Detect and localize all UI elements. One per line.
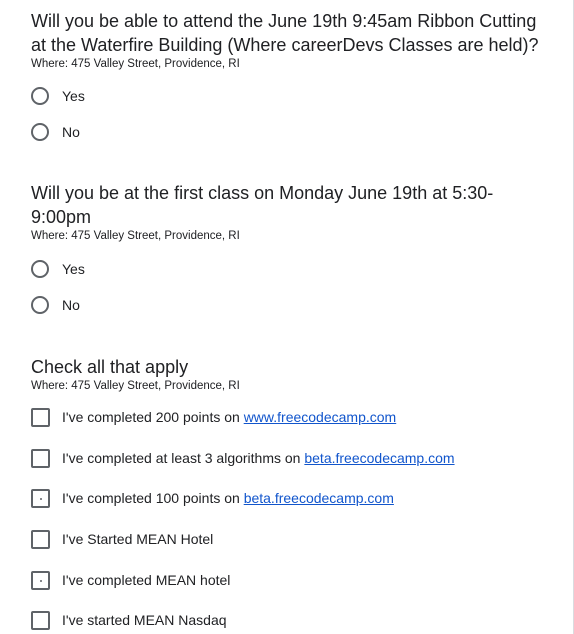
option-link[interactable]: beta.freecodecamp.com <box>304 450 454 466</box>
option-link[interactable]: beta.freecodecamp.com <box>244 490 394 506</box>
radio-option-no[interactable]: No <box>31 120 80 144</box>
radio-button[interactable] <box>31 296 49 314</box>
radio-button[interactable] <box>31 123 49 141</box>
checkbox[interactable] <box>31 570 50 590</box>
option-label: I've completed at least 3 algorithms on … <box>62 450 455 466</box>
checkbox-option-3-algorithms[interactable]: I've completed at least 3 algorithms on … <box>31 446 455 470</box>
option-label: Yes <box>62 261 85 277</box>
form-page: Will you be able to attend the June 19th… <box>0 0 574 634</box>
checkbox[interactable] <box>31 407 50 427</box>
option-label: I've completed 100 points on beta.freeco… <box>62 490 394 506</box>
question-title: Will you be able to attend the June 19th… <box>31 11 539 55</box>
checkbox-option-completed-mean-hotel[interactable]: I've completed MEAN hotel <box>31 568 230 592</box>
checkbox-option-100-points[interactable]: I've completed 100 points on beta.freeco… <box>31 486 394 510</box>
radio-button[interactable] <box>31 87 49 105</box>
question-check-all: Check all that apply Where: 475 Valley S… <box>31 355 551 393</box>
question-description: Where: 475 Valley Street, Providence, RI <box>31 380 240 392</box>
checkbox[interactable] <box>31 448 50 468</box>
option-text: I've completed 200 points on <box>62 409 244 425</box>
question-first-class: Will you be at the first class on Monday… <box>31 181 511 243</box>
question-description: Where: 475 Valley Street, Providence, RI <box>31 58 240 70</box>
checkbox[interactable] <box>31 610 50 630</box>
option-text: I've completed 100 points on <box>62 490 244 506</box>
option-label: I've completed MEAN hotel <box>62 572 231 588</box>
option-label: I've Started MEAN Hotel <box>62 531 214 547</box>
question-title: Will you be at the first class on Monday… <box>31 183 494 227</box>
checkbox[interactable] <box>31 488 50 508</box>
option-label: No <box>62 297 80 313</box>
question-description: Where: 475 Valley Street, Providence, RI <box>31 230 240 242</box>
checkbox-option-started-mean-hotel[interactable]: I've Started MEAN Hotel <box>31 527 213 551</box>
radio-option-yes[interactable]: Yes <box>31 257 85 281</box>
checkbox[interactable] <box>31 529 50 549</box>
question-title: Check all that apply <box>31 357 189 377</box>
option-label: No <box>62 124 80 140</box>
radio-button[interactable] <box>31 260 49 278</box>
checkbox-option-200-points[interactable]: I've completed 200 points on www.freecod… <box>31 405 396 429</box>
option-label: I've started MEAN Nasdaq <box>62 612 227 628</box>
question-ribbon-cutting: Will you be able to attend the June 19th… <box>31 9 551 71</box>
checkbox-option-started-mean-nasdaq[interactable]: I've started MEAN Nasdaq <box>31 608 227 632</box>
radio-option-no[interactable]: No <box>31 293 80 317</box>
focus-dot <box>40 579 42 582</box>
focus-dot <box>40 497 42 500</box>
option-label: I've completed 200 points on www.freecod… <box>62 409 396 425</box>
option-link[interactable]: www.freecodecamp.com <box>244 409 397 425</box>
option-label: Yes <box>62 88 85 104</box>
radio-option-yes[interactable]: Yes <box>31 84 85 108</box>
option-text: I've completed at least 3 algorithms on <box>62 450 305 466</box>
